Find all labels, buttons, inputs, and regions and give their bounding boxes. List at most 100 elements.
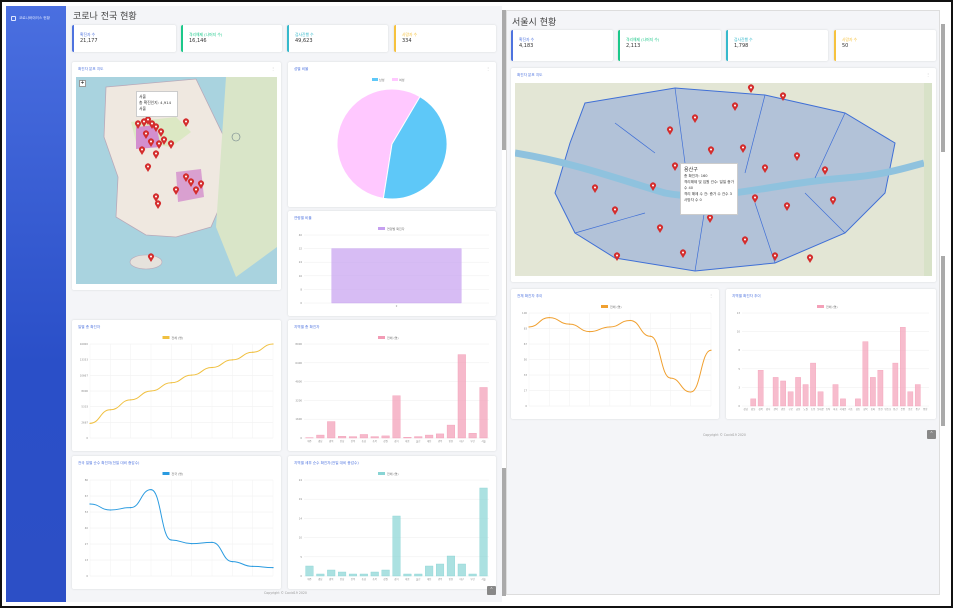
bar xyxy=(780,380,786,407)
bar xyxy=(787,391,794,407)
data-point xyxy=(89,503,91,505)
data-point xyxy=(170,382,172,384)
popup-line: 사망자 수 0 xyxy=(684,198,702,202)
daily-total-card: 일별 총 확진자 전체 (명) 0 2667 5333 8000 10667 13333 16… xyxy=(72,320,281,451)
bar xyxy=(810,362,816,407)
series-line xyxy=(528,317,712,393)
y-tick-label: 17 xyxy=(524,389,528,393)
seoul-map[interactable]: 용산구 총 확진자: 160 격리해제 및 입원 건수: 일일 증가 수 40 … xyxy=(515,83,932,276)
stat-value: 50 xyxy=(842,43,849,49)
data-point xyxy=(629,319,631,322)
scrollbar-right-lower[interactable] xyxy=(941,256,945,426)
more-icon[interactable]: ⋮ xyxy=(271,66,275,71)
x-tick-label: 제주 xyxy=(307,439,312,443)
y-tick-label: 6400 xyxy=(295,361,302,365)
seoul-stat-confirmed: 확진자 수 4,183 xyxy=(511,30,613,61)
x-tick-label: 서울 xyxy=(481,577,486,581)
y-tick-label: 40 xyxy=(299,233,303,237)
card-title: 지역별 확진자 추이 xyxy=(732,294,761,298)
legend[interactable]: 연령별 확진자 xyxy=(378,226,405,231)
legend[interactable]: 남성 여성 xyxy=(372,77,405,82)
x-tick-label: 울산 xyxy=(416,577,421,581)
page-title: 코로나 전국 현황 xyxy=(73,12,137,22)
bar xyxy=(392,515,401,577)
stat-card-testing: 검사진행 수 49,623 xyxy=(287,25,388,52)
region-daily-chart: 전체 (명) 0 5 10 14 19 24 제주 경남 경북 전남 전북 충남 충북 강원 경기 세종 울산 대전… xyxy=(292,471,492,585)
y-tick-label: 16000 xyxy=(80,342,89,346)
x-tick-label: 대구 xyxy=(460,439,465,443)
y-tick-label: 10 xyxy=(737,330,741,334)
legend-swatch xyxy=(392,78,398,81)
bar xyxy=(316,434,325,439)
x-tick-label: 양천 xyxy=(878,407,882,411)
bar xyxy=(414,573,423,577)
x-tick-label: 0 xyxy=(396,305,398,308)
y-tick-label: 8 xyxy=(738,348,740,352)
x-tick-label: 전북 xyxy=(351,439,356,443)
sidebar-brand[interactable]: 코로나바이러스 현황 xyxy=(11,16,50,21)
x-tick-label: 서울 xyxy=(481,439,486,443)
legend-swatch xyxy=(378,472,385,475)
x-tick-label: 경기 xyxy=(394,577,398,581)
more-icon[interactable]: ⋮ xyxy=(486,66,490,71)
x-tick-label: 관악 xyxy=(773,407,778,411)
bar xyxy=(359,573,368,577)
bar xyxy=(832,384,839,407)
data-point xyxy=(528,326,530,328)
x-tick-label: 강원 xyxy=(383,577,387,581)
gu-popup: 용산구 총 확진자: 160 격리해제 및 입원 건수: 일일 증가 수 40 … xyxy=(680,163,738,215)
legend[interactable]: 전체 (명) xyxy=(817,304,838,309)
legend[interactable]: 전체 (명) xyxy=(378,471,399,476)
age-bar-card: 연령별 비율 연령별 확진자 0 8 16 24 32 40 0 xyxy=(288,211,496,316)
x-tick-label: 용산 xyxy=(893,407,898,411)
legend[interactable]: 전국 (명) xyxy=(162,471,184,476)
more-icon[interactable]: ⋮ xyxy=(709,293,713,298)
region-total-chart: 전체 (명) 0 1600 3200 4800 6400 8000 제주 경남 경북 전남 전북 충남 충… xyxy=(292,335,492,447)
gender-pie-chart: 남성 여성 xyxy=(292,77,492,203)
x-tick-label: 충북 xyxy=(373,577,378,581)
legend[interactable]: 전체 (명) xyxy=(601,304,622,309)
y-tick-label: 5 xyxy=(738,367,740,371)
zoom-in-button[interactable]: + xyxy=(79,80,86,87)
daily-total-chart: 전체 (명) 0 2667 5333 8000 10667 13333 16000 xyxy=(76,335,277,447)
y-tick-label: 3200 xyxy=(295,398,302,402)
series-line xyxy=(89,343,274,424)
x-tick-label: 구로 xyxy=(788,407,793,411)
map-popup: 서울 총 확진인지: 4,914 서울 xyxy=(136,91,178,117)
footer: Copyright © Covid19 2020 xyxy=(703,433,746,437)
x-tick-label: 노원 xyxy=(803,407,807,411)
seoul-stat-testing: 검사진행 수 1,798 xyxy=(726,30,828,61)
x-tick-label: 대구 xyxy=(460,577,465,581)
more-icon[interactable]: ⋮ xyxy=(926,72,930,77)
legend-swatch xyxy=(378,227,385,230)
scroll-top-button[interactable]: ⌃ xyxy=(487,586,496,595)
footer: Copyright © Covid19 2020 xyxy=(264,591,307,595)
legend[interactable]: 전체 (명) xyxy=(162,335,184,340)
bar xyxy=(403,573,412,577)
national-daily-card: 전국 일별 순수 확진자(전일 대비 증감수) 전국 (명) 0 13 27 40 53 6… xyxy=(72,456,281,589)
data-point xyxy=(548,317,550,319)
bar xyxy=(370,436,379,439)
national-map[interactable]: + 서울 총 확진인지: 4,914 서울 xyxy=(76,77,277,284)
y-tick-label: 13 xyxy=(737,311,741,315)
x-tick-label: 동대문 xyxy=(817,407,824,411)
x-tick-label: 금천 xyxy=(796,407,800,411)
scrollbar-right[interactable] xyxy=(941,24,945,152)
y-tick-label: 32 xyxy=(299,247,303,251)
legend-label: 남성 xyxy=(379,77,385,82)
region-daily-card: 지역별 세부 순수 확진자(전일 대비 증감수) 전체 (명) 0 5 10 14 19 2… xyxy=(288,456,496,589)
x-tick-label: 강북 xyxy=(758,407,763,411)
legend-label: 전체 (명) xyxy=(172,335,184,340)
scroll-top-button[interactable]: ⌃ xyxy=(927,430,936,439)
x-tick-label: 광진 xyxy=(781,407,785,411)
legend-swatch xyxy=(162,472,170,475)
legend-label: 연령별 확진자 xyxy=(387,226,405,231)
x-tick-label: 인천 xyxy=(449,577,453,581)
data-point xyxy=(272,343,274,345)
legend[interactable]: 전체 (명) xyxy=(378,335,399,340)
x-tick-label: 부산 xyxy=(470,439,475,443)
legend-label: 전체 (명) xyxy=(610,304,622,309)
y-tick-label: 5333 xyxy=(81,405,88,409)
bar xyxy=(750,398,757,407)
data-point xyxy=(568,323,571,325)
